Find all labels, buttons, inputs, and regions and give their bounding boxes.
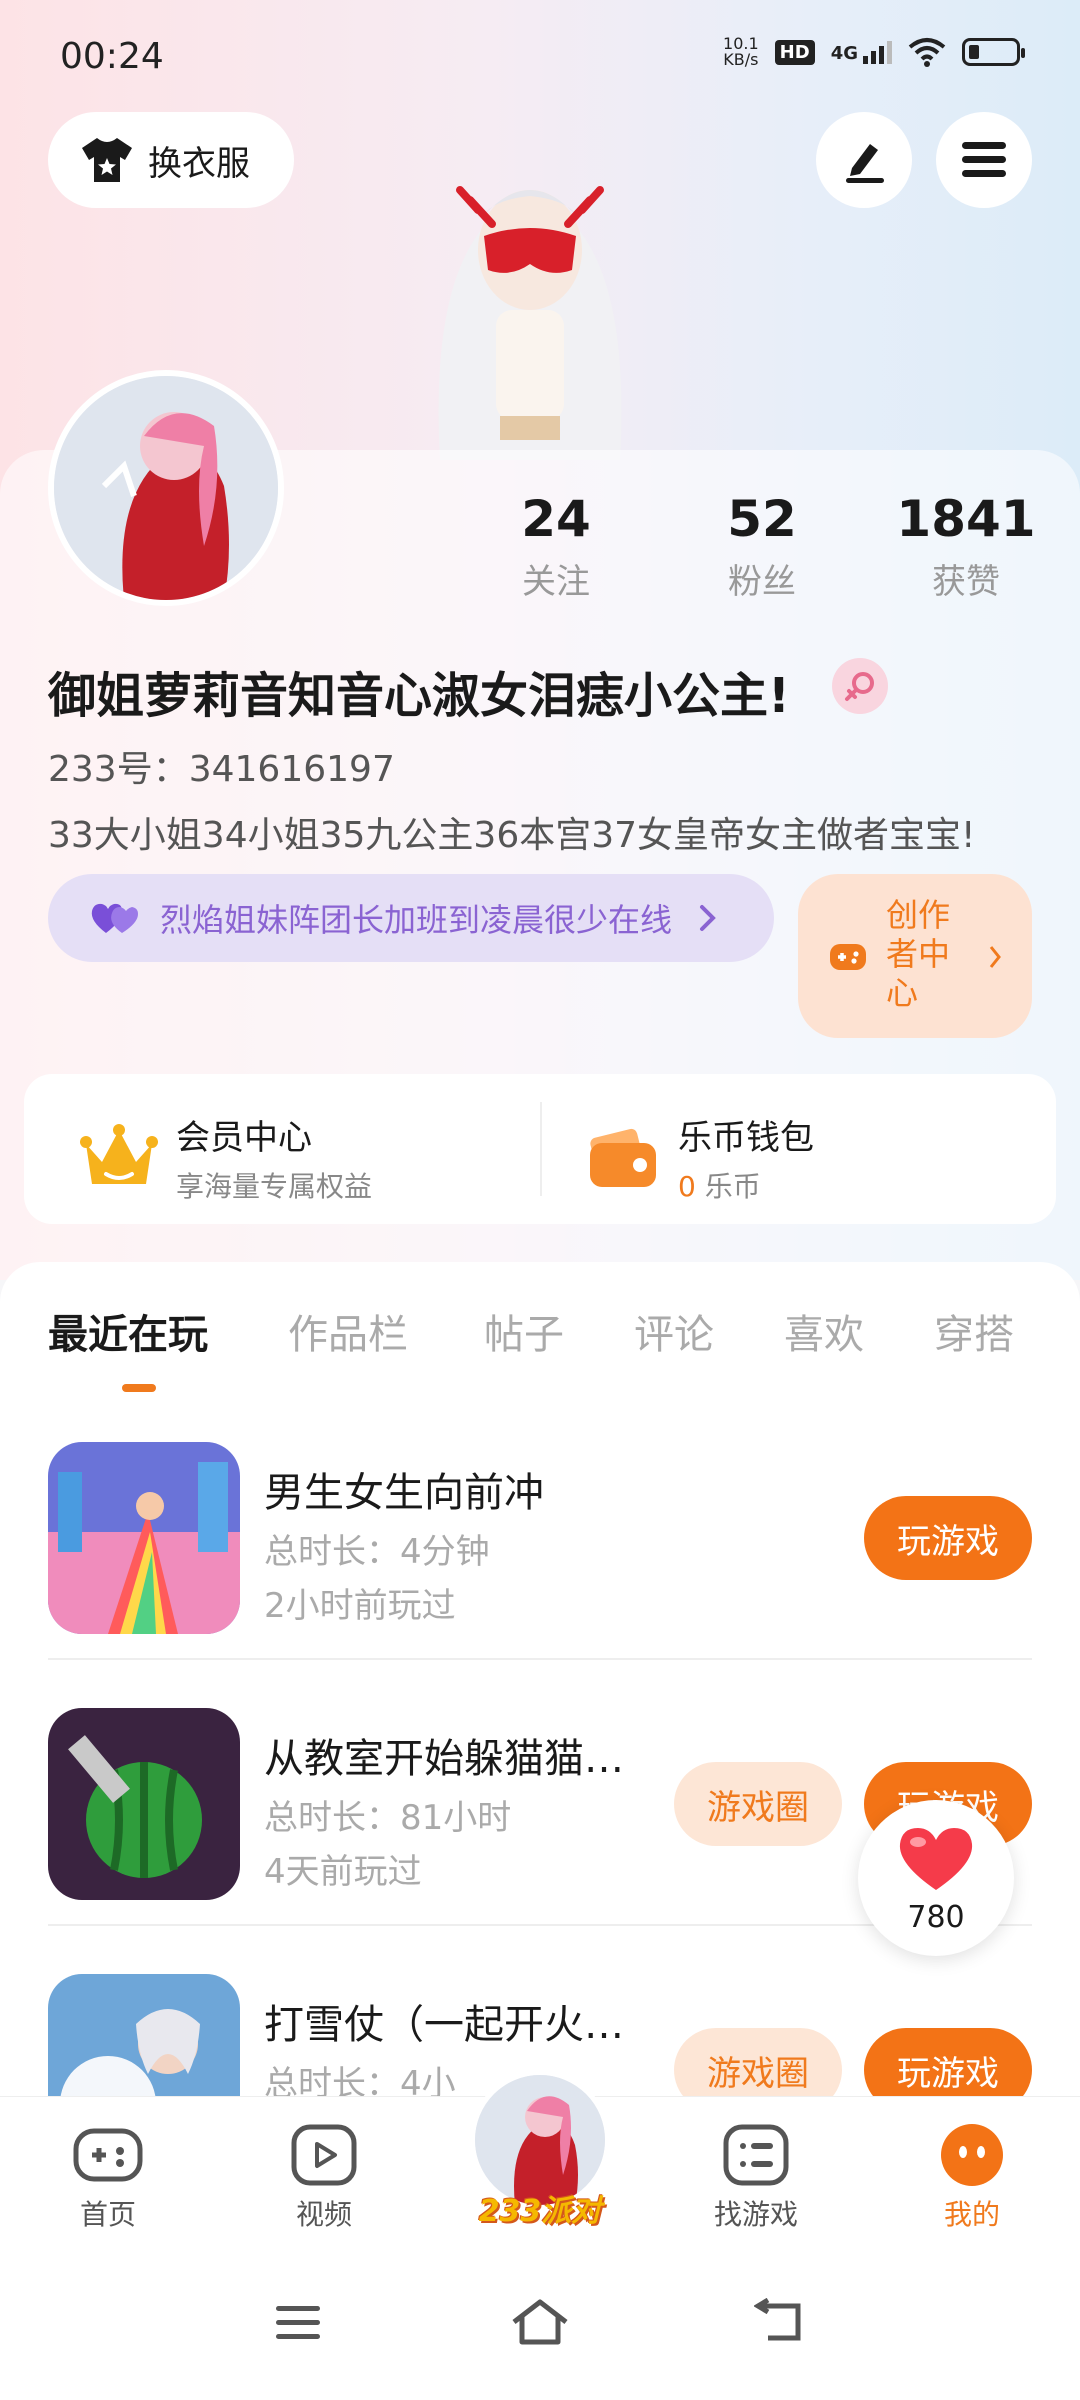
recent-games-list: 男生女生向前冲 总时长：4分钟 2小时前玩过 玩游戏 从教室开始躲猫猫… 总时长… [0,1394,1080,2096]
battery-icon [962,38,1025,66]
wallet-card: 会员中心 享海量专属权益 乐币钱包 0 乐币 [24,1074,1056,1224]
coin-wallet-entry[interactable]: 乐币钱包 0 乐币 [588,1110,814,1205]
vip-center-entry[interactable]: 会员中心 享海量专属权益 [80,1110,372,1205]
nav-mine-label: 我的 [943,2198,1000,2231]
smile-face-icon [941,2124,1003,2186]
game-last-played: 2小时前玩过 [264,1586,456,1626]
play-game-button[interactable]: 玩游戏 [864,2028,1032,2096]
game-duration: 总时长：4小 [264,2064,456,2096]
edit-button[interactable] [816,112,912,208]
stat-fans[interactable]: 52 粉丝 [672,490,852,603]
recent-apps-icon[interactable] [274,2302,322,2342]
nav-find-games[interactable]: 找游戏 [686,2123,826,2233]
hd-icon: HD [774,39,815,65]
vip-subtitle: 享海量专属权益 [176,1170,373,1203]
nav-home[interactable]: 首页 [38,2123,178,2233]
change-outfit-label: 换衣服 [148,143,250,184]
creator-center-button[interactable]: 创作者中心 [798,874,1032,1038]
status-icons: 10.1 KB/s HD 4G [723,34,1025,69]
coin-unit: 乐币 [704,1170,761,1203]
game-title: 从教室开始躲猫猫… [264,1736,624,1782]
content-tabs: 最近在玩 作品栏 帖子 评论 喜欢 穿搭 [0,1262,1080,1396]
avatar-image [54,376,278,600]
status-bar: 00:24 10.1 KB/s HD 4G [0,0,1080,120]
group-banner[interactable]: 烈焰姐妹阵团长加班到凌晨很少在线 [48,874,774,962]
tab-posts[interactable]: 帖子 [484,1302,564,1360]
avatar[interactable] [48,370,284,606]
tab-recent[interactable]: 最近在玩 [48,1302,208,1360]
play-game-button[interactable]: 玩游戏 [864,1496,1032,1580]
system-navigation-bar [0,2272,1080,2400]
active-tab-indicator [122,1384,156,1392]
game-duration: 总时长：4分钟 [264,1532,490,1572]
tab-outfits[interactable]: 穿搭 [934,1302,1014,1360]
avatar-character-illustration [438,186,622,460]
change-outfit-button[interactable]: 换衣服 [48,112,294,208]
hamburger-icon [962,142,1006,177]
signal-icon: 4G [831,40,892,64]
nav-party-label[interactable]: 233派对 [470,2186,610,2230]
floating-like-button[interactable]: 780 [858,1800,1014,1956]
female-icon [832,658,888,714]
heart-icon [899,1828,973,1890]
status-time: 00:24 [60,36,164,77]
game-duration: 总时长：81小时 [264,1798,512,1838]
shirt-icon [82,138,132,182]
tab-works[interactable]: 作品栏 [288,1302,408,1360]
stat-likes[interactable]: 1841 获赞 [876,490,1056,603]
pen-icon [846,144,884,183]
profile-bio: 33大小姐34小姐35九公主36本宫37女皇帝女主做者宝宝! [48,815,976,856]
game-icon [48,1708,240,1900]
list-icon [723,2124,789,2186]
game-circle-button[interactable]: 游戏圈 [674,1762,842,1846]
menu-button[interactable] [936,112,1032,208]
like-count: 780 [907,1900,965,1935]
double-heart-icon [91,903,138,933]
chevron-right-icon [989,946,1001,968]
game-last-played: 4天前玩过 [264,1852,422,1892]
wallet-icon [590,1128,656,1187]
nav-video-label: 视频 [295,2198,352,2231]
list-item[interactable]: 男生女生向前冲 总时长：4分钟 2小时前玩过 玩游戏 [0,1394,1080,1660]
wifi-icon [908,38,946,67]
tab-comments[interactable]: 评论 [634,1302,714,1360]
crown-icon [80,1123,158,1184]
chevron-right-icon [700,905,716,931]
nav-video[interactable]: 视频 [254,2123,394,2233]
creator-center-label: 创作者中心 [886,896,951,1012]
tab-likes[interactable]: 喜欢 [784,1302,864,1360]
gamepad-icon [73,2128,143,2182]
nav-find-games-label: 找游戏 [713,2198,798,2231]
wallet-divider [540,1102,542,1196]
network-speed: 10.1 KB/s [723,34,759,69]
nav-home-label: 首页 [79,2198,136,2231]
video-play-icon [291,2124,357,2186]
game-title: 打雪仗（一起开火… [264,2002,624,2048]
nav-mine[interactable]: 我的 [902,2123,1042,2233]
back-icon[interactable] [754,2298,804,2346]
game-circle-button[interactable]: 游戏圈 [674,2028,842,2096]
coin-wallet-title: 乐币钱包 [678,1118,814,1158]
user-id: 233号：341616197 [48,749,395,790]
game-icon [48,1974,240,2096]
profile-name: 御姐萝莉音知音心淑女泪痣小公主! [48,668,790,724]
game-icon [48,1442,240,1634]
home-icon[interactable] [510,2298,570,2346]
group-banner-text: 烈焰姐妹阵团长加班到凌晨很少在线 [160,901,673,939]
game-title: 男生女生向前冲 [264,1470,544,1516]
gamepad-icon [830,944,866,970]
vip-title: 会员中心 [176,1118,312,1158]
stat-following[interactable]: 24 关注 [466,490,646,603]
coin-amount: 0 [678,1170,696,1203]
